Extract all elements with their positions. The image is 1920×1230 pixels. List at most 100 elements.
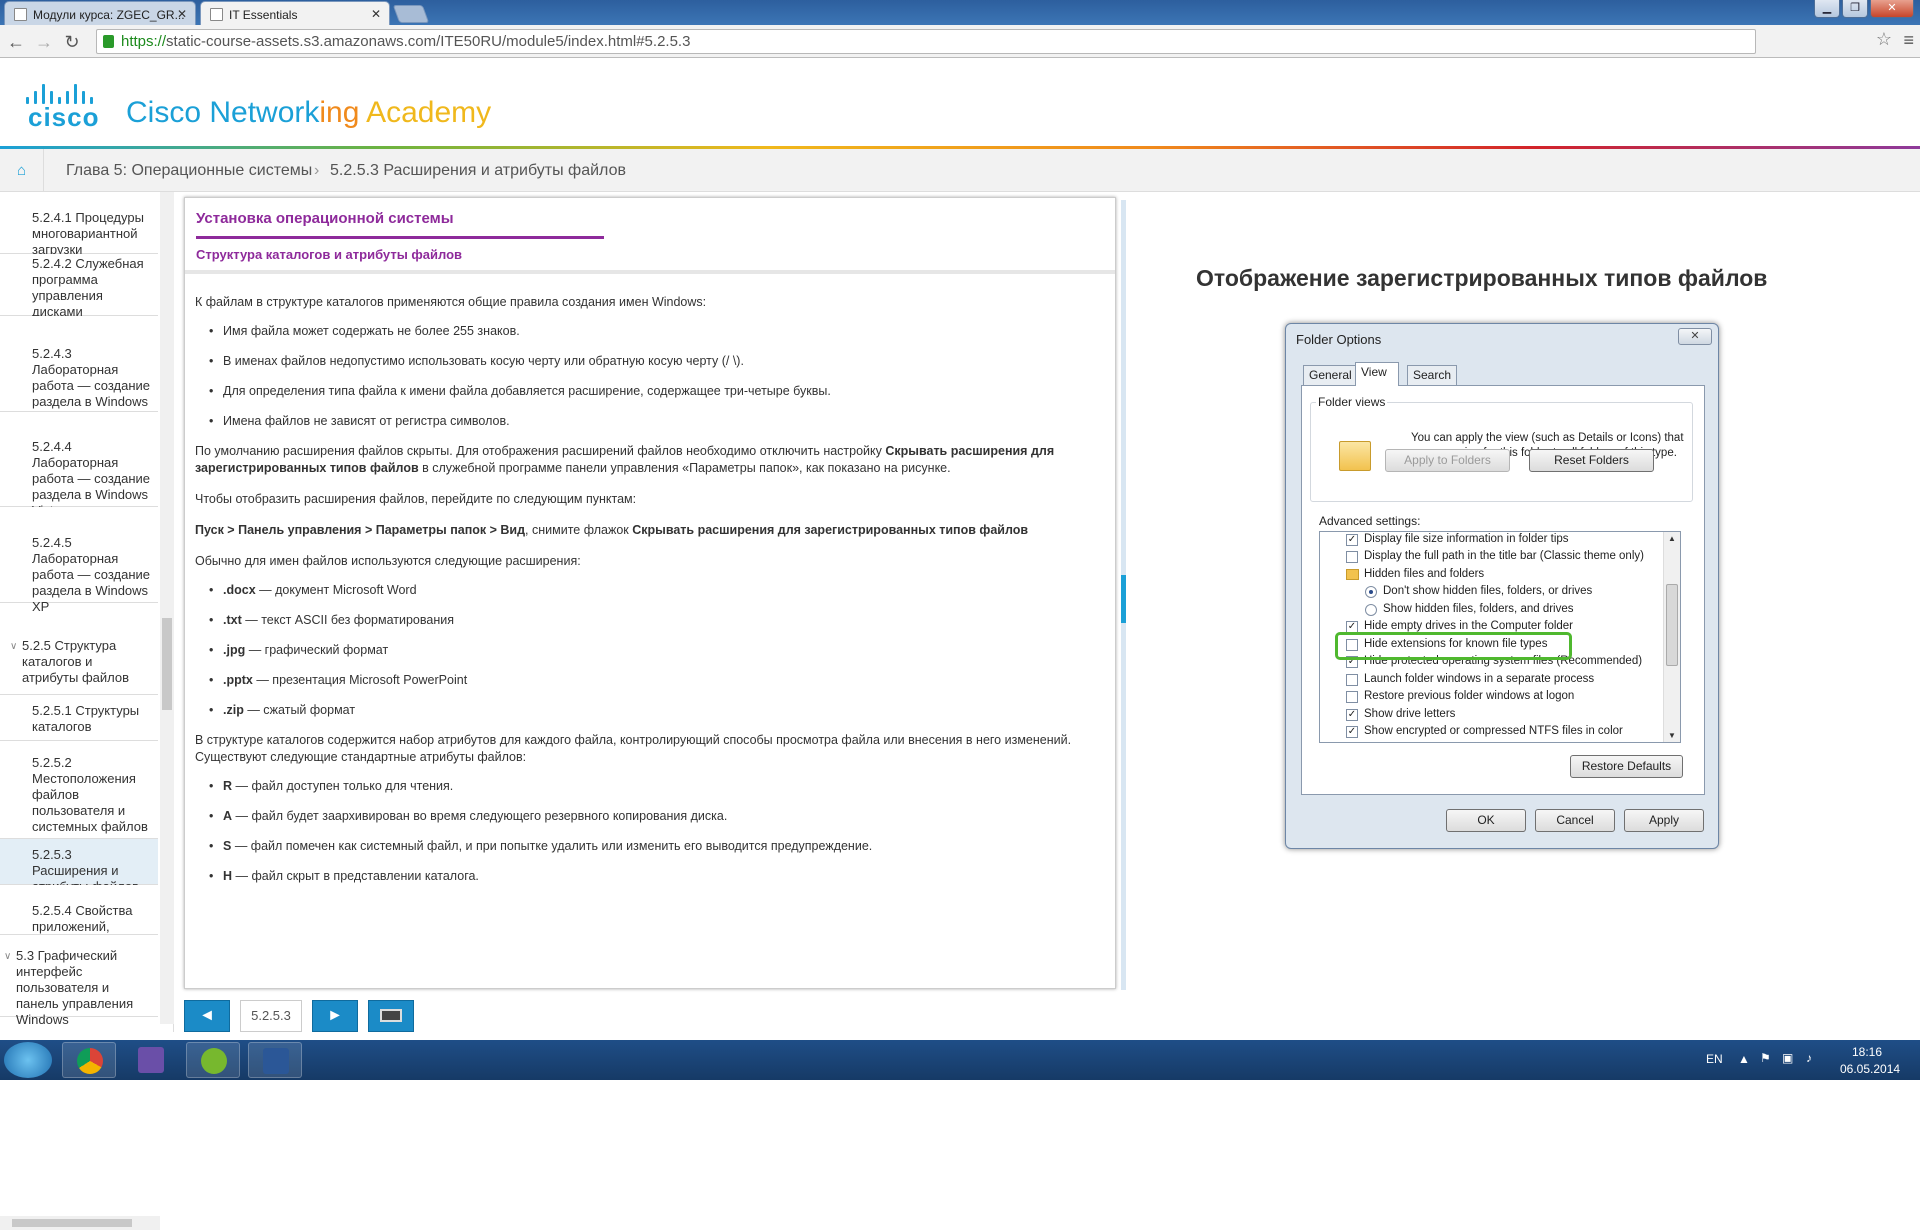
utorrent-taskbar-icon[interactable]: [186, 1042, 240, 1078]
checkbox[interactable]: ✓: [1346, 534, 1358, 546]
breadcrumb-chapter[interactable]: Глава 5: Операционные системы: [66, 162, 312, 180]
checkbox[interactable]: ✓: [1346, 726, 1358, 738]
tab-view[interactable]: View: [1355, 362, 1399, 386]
tab-search[interactable]: Search: [1407, 365, 1458, 385]
scroll-down-icon[interactable]: ▼: [1668, 731, 1676, 740]
tab-it-essentials[interactable]: IT Essentials ✕: [200, 1, 390, 25]
sidebar-item[interactable]: 5.2.5.1 Структуры каталогов: [0, 695, 158, 741]
tab-general[interactable]: General: [1303, 365, 1358, 385]
flag-icon[interactable]: ⚑: [1760, 1051, 1771, 1065]
setting-label: Hide empty drives in the Computer folder: [1364, 620, 1574, 632]
scrollbar-thumb[interactable]: [1666, 584, 1678, 666]
browser-tabbar: Модули курса: ZGEC_GR... ✕ IT Essentials…: [0, 0, 1920, 25]
apply-button[interactable]: Apply: [1624, 809, 1704, 832]
scrollbar-thumb[interactable]: [1121, 575, 1126, 623]
checkbox[interactable]: [1346, 551, 1358, 563]
prev-page-button[interactable]: ◄: [184, 1000, 230, 1032]
scrollbar-thumb[interactable]: [12, 1219, 132, 1227]
screen-icon: [380, 1009, 402, 1023]
list-item: R — файл доступен только для чтения.: [195, 778, 1100, 795]
academy-brand: Cisco Networking Academy: [126, 96, 491, 130]
scroll-up-icon[interactable]: ▲: [1668, 534, 1676, 543]
minimize-button[interactable]: ▁: [1814, 0, 1840, 18]
volume-icon[interactable]: ♪: [1806, 1051, 1812, 1065]
tab-course-modules[interactable]: Модули курса: ZGEC_GR... ✕: [4, 1, 196, 25]
clock-date[interactable]: 06.05.2014: [1840, 1062, 1900, 1076]
radio-button[interactable]: [1365, 604, 1377, 616]
apply-to-folders-button[interactable]: Apply to Folders: [1385, 449, 1510, 472]
sidebar-section[interactable]: ∨ 5.2.5 Структура каталогов и атрибуты фа…: [0, 633, 158, 695]
sidebar-item[interactable]: 5.2.4.4 Лабораторная работа — создание р…: [0, 412, 158, 518]
sidebar-item[interactable]: 5.2.4.3 Лабораторная работа — создание р…: [0, 316, 158, 425]
chrome-taskbar-icon[interactable]: [62, 1042, 116, 1078]
radio-button[interactable]: [1365, 586, 1377, 598]
sidebar-item-active[interactable]: 5.2.5.3 Расширения и атрибуты файлов: [0, 839, 158, 894]
visual-studio-taskbar-icon[interactable]: [124, 1042, 178, 1078]
address-bar[interactable]: https://static-course-assets.s3.amazonaw…: [96, 29, 1756, 54]
panel-scrollbar[interactable]: [1121, 200, 1126, 990]
setting-label: Display the full path in the title bar (…: [1364, 550, 1644, 562]
list-item: .jpg — графический формат: [195, 642, 1100, 659]
fullscreen-button[interactable]: [368, 1000, 414, 1032]
cancel-button[interactable]: Cancel: [1535, 809, 1615, 832]
sidebar-item[interactable]: 5.2.4.1 Процедуры многовариантной загруз…: [0, 192, 158, 257]
close-tab-icon[interactable]: ✕: [371, 7, 381, 21]
next-page-button[interactable]: ►: [312, 1000, 358, 1032]
settings-scrollbar[interactable]: ▲ ▼: [1663, 532, 1680, 742]
forward-arrow-icon[interactable]: →: [34, 32, 54, 53]
reload-icon[interactable]: ↻: [62, 32, 82, 53]
list-item: Имя файла может содержать не более 255 з…: [195, 323, 1100, 340]
reset-folders-button[interactable]: Reset Folders: [1529, 449, 1654, 472]
attribute: H: [223, 869, 233, 883]
menu-icon[interactable]: ≡: [1903, 30, 1914, 51]
dialog-title: Folder Options: [1296, 332, 1382, 347]
home-icon[interactable]: ⌂: [0, 149, 44, 192]
extension: .jpg: [223, 643, 246, 657]
new-tab-button[interactable]: [392, 5, 430, 23]
sidebar-item[interactable]: 5.2.4.5 Лабораторная работа — создание р…: [0, 507, 158, 614]
close-window-button[interactable]: ✕: [1870, 0, 1914, 18]
sidebar-item[interactable]: 5.2.5.2 Местоположения файлов пользовате…: [0, 741, 158, 839]
list-item: Для определения типа файла к имени файла…: [195, 383, 1100, 400]
bold-text: Пуск > Панель управления > Параметры пап…: [195, 523, 526, 537]
cisco-logo[interactable]: cisco: [28, 102, 100, 133]
network-icon[interactable]: ▣: [1782, 1051, 1793, 1065]
text: — файл скрыт в представлении каталога.: [232, 869, 479, 883]
close-tab-icon[interactable]: ✕: [177, 7, 187, 21]
show-hidden-icons-icon[interactable]: ▲: [1738, 1052, 1750, 1066]
bookmark-star-icon[interactable]: ☆: [1876, 29, 1892, 50]
dialog-close-icon[interactable]: ✕: [1678, 328, 1712, 345]
sidebar-item-label: 5.2.4.1 Процедуры многовариантной загруз…: [32, 210, 144, 257]
paragraph: По умолчанию расширения файлов скрыты. Д…: [195, 443, 1100, 477]
start-button[interactable]: [4, 1042, 52, 1078]
back-arrow-icon[interactable]: ←: [6, 32, 26, 53]
sidebar-item[interactable]: 5.2.5.4 Свойства приложений, файлов и па…: [0, 885, 158, 950]
folder-icon: [1339, 441, 1371, 471]
brand-part: Academy: [366, 96, 492, 129]
sidebar-item-label: 5.2.4.5 Лабораторная работа — создание р…: [32, 535, 151, 614]
tab-label: Модули курса: ZGEC_GR...: [33, 8, 185, 22]
sidebar-section[interactable]: ∨ 5.3 Графический интерфейс пользователя …: [0, 935, 158, 1027]
title-underline: [196, 236, 604, 239]
sidebar-scrollbar[interactable]: [160, 192, 174, 1024]
maximize-button[interactable]: ❐: [1842, 0, 1868, 18]
page-number: 5.2.5.3: [240, 1000, 302, 1032]
restore-defaults-button[interactable]: Restore Defaults: [1570, 755, 1683, 778]
scrollbar-thumb[interactable]: [162, 618, 172, 710]
checkbox[interactable]: [1346, 674, 1358, 686]
paragraph: Обычно для имен файлов используются след…: [195, 554, 581, 568]
paragraph: В структуре каталогов содержится набор а…: [195, 733, 1072, 764]
clock-time[interactable]: 18:16: [1852, 1045, 1882, 1059]
list-item: .txt — текст ASCII без форматирования: [195, 612, 1100, 629]
setting-label: Don't show hidden files, folders, or dri…: [1383, 585, 1593, 597]
sidebar-item[interactable]: 5.2.4.2 Служебная программа управления д…: [0, 254, 158, 319]
sidebar-horizontal-scrollbar[interactable]: [0, 1216, 160, 1230]
checkbox[interactable]: [1346, 691, 1358, 703]
text: в служебной программе панели управления …: [418, 461, 951, 475]
word-taskbar-icon[interactable]: [248, 1042, 302, 1078]
checkbox[interactable]: ✓: [1346, 709, 1358, 721]
ok-button[interactable]: OK: [1446, 809, 1526, 832]
list-item: Имена файлов не зависят от регистра симв…: [195, 413, 1100, 430]
advanced-settings-label: Advanced settings:: [1319, 514, 1421, 528]
language-indicator[interactable]: EN: [1706, 1052, 1723, 1066]
